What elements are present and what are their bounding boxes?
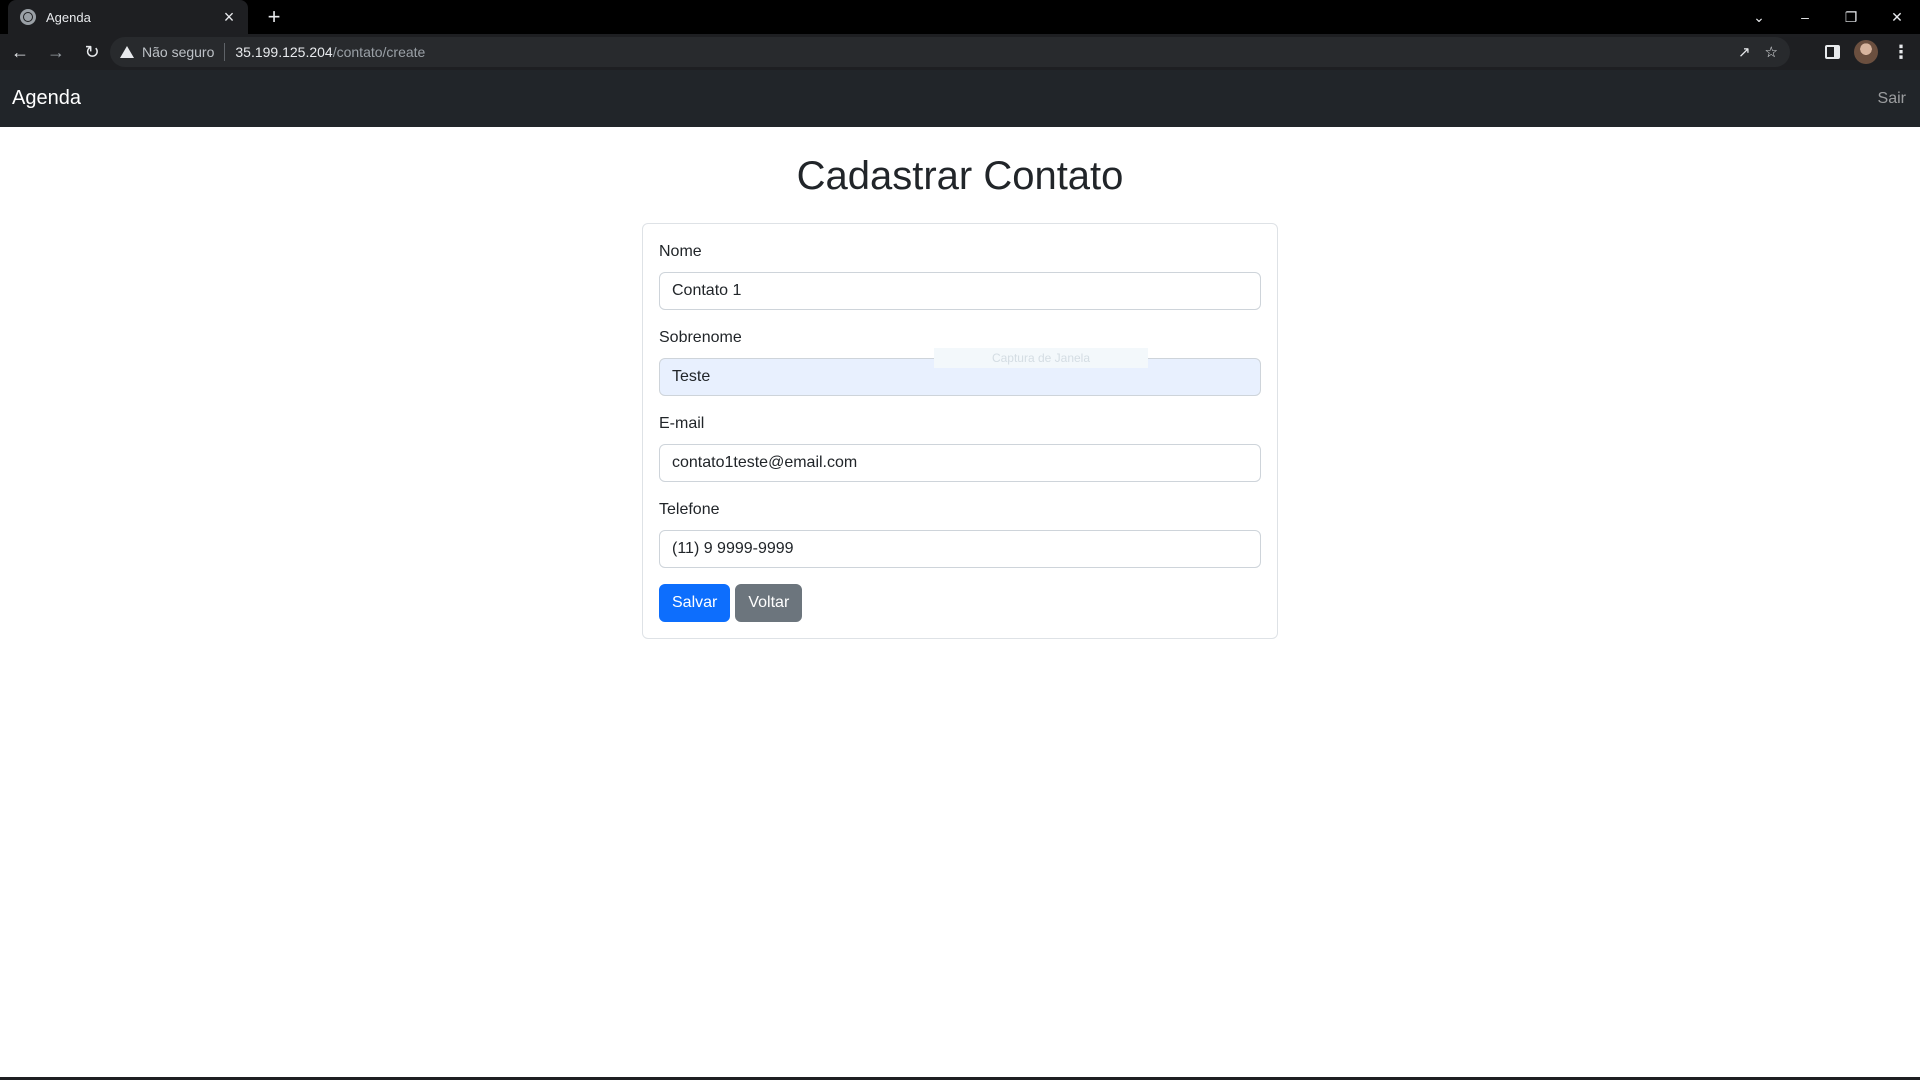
nome-input[interactable] (659, 272, 1261, 310)
minimize-icon[interactable]: – (1782, 0, 1828, 34)
arrow-right-icon[interactable]: → (40, 36, 72, 68)
save-button[interactable]: Salvar (659, 584, 731, 622)
page-title: Cadastrar Contato (796, 154, 1124, 198)
field-label: Sobrenome (659, 329, 742, 346)
omnibox-actions: ↗ ☆ (1738, 37, 1778, 67)
arrow-left-icon[interactable]: ← (4, 36, 36, 68)
field-telefone: Telefone (659, 498, 1261, 568)
field-label: E-mail (659, 415, 705, 432)
browser-tabstrip: Agenda × + ⌄ – ❐ ✕ (0, 0, 1920, 34)
navbar: Agenda Sair (0, 70, 1920, 127)
globe-icon (20, 9, 36, 25)
browser-toolbar: ← → ↻ Não seguro 35.199.125.204 /contato… (0, 34, 1920, 70)
window-controls: ⌄ – ❐ ✕ (1736, 0, 1920, 34)
chevron-down-icon[interactable]: ⌄ (1736, 0, 1782, 34)
close-icon[interactable]: × (220, 8, 238, 26)
telefone-input[interactable] (659, 530, 1261, 568)
security-label[interactable]: Não seguro (142, 44, 214, 60)
plus-icon[interactable]: + (262, 6, 286, 30)
toolbar-actions: ⋮ (1825, 34, 1910, 70)
form-actions: Salvar Voltar (659, 584, 1261, 622)
field-email: E-mail (659, 412, 1261, 482)
warning-icon (120, 46, 134, 58)
url-path: /contato/create (332, 44, 426, 60)
field-label: Telefone (659, 501, 720, 518)
side-panel-icon[interactable] (1825, 45, 1840, 59)
tab-title: Agenda (46, 9, 91, 25)
url-host: 35.199.125.204 (235, 44, 333, 60)
close-icon[interactable]: ✕ (1874, 0, 1920, 34)
share-icon[interactable]: ↗ (1738, 43, 1751, 61)
restore-icon[interactable]: ❐ (1828, 0, 1874, 34)
reload-icon[interactable]: ↻ (76, 36, 108, 68)
address-bar[interactable]: Não seguro 35.199.125.204 /contato/creat… (110, 37, 1790, 67)
brand-link[interactable]: Agenda (12, 87, 81, 110)
field-label: Nome (659, 243, 702, 260)
logout-link[interactable]: Sair (1878, 90, 1906, 108)
field-nome: Nome (659, 240, 1261, 310)
browser-tab[interactable]: Agenda × (8, 0, 248, 34)
avatar[interactable] (1854, 40, 1878, 64)
page-content: Agenda Sair Cadastrar Contato Nome Sobre… (0, 70, 1920, 1078)
back-button[interactable]: Voltar (735, 584, 803, 622)
kebab-menu-icon[interactable]: ⋮ (1892, 43, 1910, 61)
email-input[interactable] (659, 444, 1261, 482)
omnibox-separator (224, 43, 226, 61)
contact-form: Nome Sobrenome E-mail Telefone Salvar Vo… (642, 223, 1278, 639)
capture-tooltip: Captura de Janela (934, 348, 1148, 368)
star-icon[interactable]: ☆ (1765, 43, 1778, 61)
